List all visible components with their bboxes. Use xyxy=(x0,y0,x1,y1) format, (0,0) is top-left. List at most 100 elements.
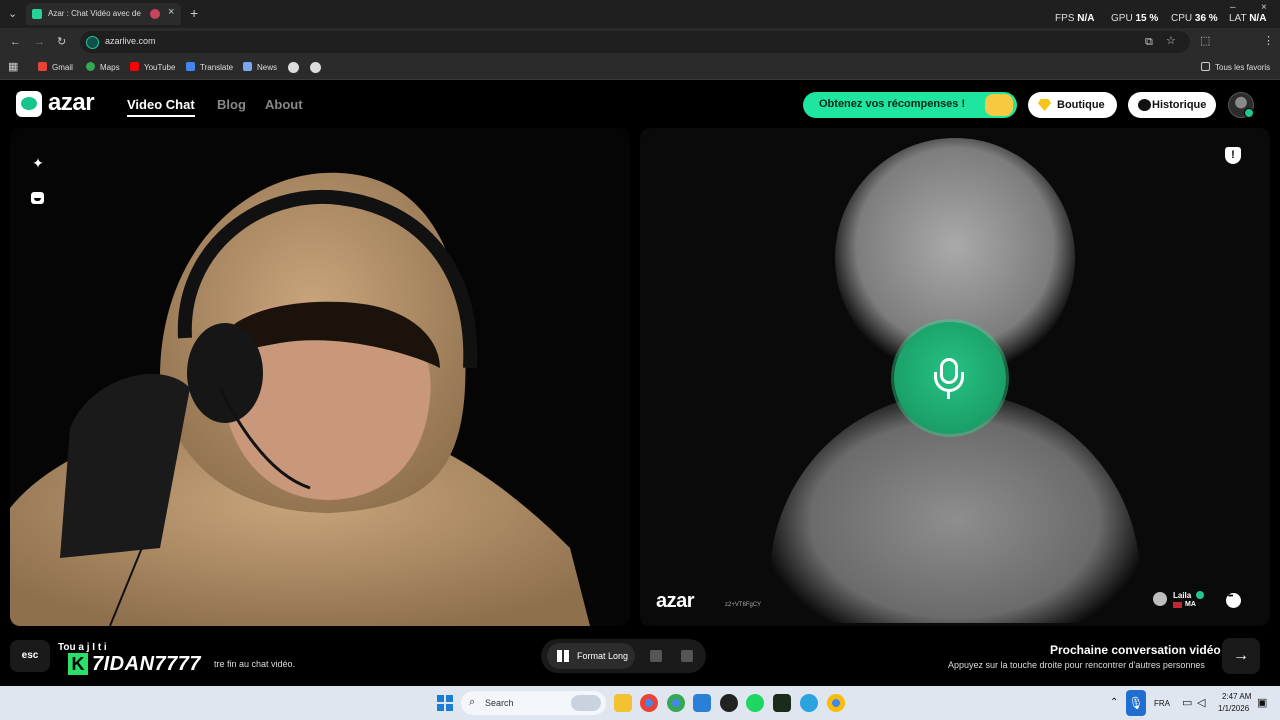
chrome-icon[interactable] xyxy=(640,694,658,712)
clock-date[interactable]: 1/1/2026 xyxy=(1218,704,1249,713)
tray-chevron-icon[interactable]: ⌃ xyxy=(1110,697,1118,708)
sparkle-effects-icon[interactable]: ✦ xyxy=(30,155,46,171)
folder-icon xyxy=(1201,62,1210,71)
back-icon[interactable]: ← xyxy=(10,36,21,48)
chrome-profile-icon[interactable] xyxy=(667,694,685,712)
file-explorer-icon[interactable] xyxy=(614,694,632,712)
clock-time[interactable]: 2:47 AM xyxy=(1222,692,1251,701)
reload-icon[interactable]: ↻ xyxy=(57,36,66,48)
spotify-icon[interactable] xyxy=(746,694,764,712)
youtube-icon xyxy=(130,62,139,71)
esc-hint-subtitle: tre fin au chat vidéo. xyxy=(214,659,296,669)
language-indicator[interactable]: FRA xyxy=(1154,699,1170,708)
chrome-active-icon[interactable] xyxy=(827,694,845,712)
azar-favicon xyxy=(32,9,42,19)
network-icon[interactable]: ▭ xyxy=(1182,696,1192,709)
nav-video-chat[interactable]: Video Chat xyxy=(127,97,195,117)
bookmark-youtube[interactable]: YouTube xyxy=(130,62,175,72)
azar-page: azar Video Chat Blog About Obtenez vos r… xyxy=(0,80,1280,686)
globe-icon-2[interactable] xyxy=(310,62,321,73)
azar-logo-text[interactable]: azar xyxy=(48,89,95,117)
gpu-readout: GPU 15 % xyxy=(1111,13,1159,24)
report-shield-icon[interactable]: ! xyxy=(1225,147,1241,164)
menu-dots-icon[interactable]: ⋮ xyxy=(1263,35,1274,47)
obs-icon[interactable] xyxy=(720,694,738,712)
new-tab-icon[interactable]: + xyxy=(190,6,198,20)
kick-logo-icon: K xyxy=(68,653,88,675)
news-icon xyxy=(243,62,252,71)
cast-icon[interactable]: ⧉ xyxy=(1145,36,1153,48)
apps-grid-icon[interactable]: ▦ xyxy=(8,61,18,73)
format-long-icon xyxy=(557,650,569,662)
browser-tab[interactable]: Azar : Chat Vidéo avec de n × xyxy=(26,3,181,25)
next-arrow-button[interactable]: → xyxy=(1222,638,1260,674)
nav-about[interactable]: About xyxy=(265,97,303,112)
fps-readout: FPS N/A xyxy=(1055,13,1095,24)
streamer-tag: 7IDAN7777 xyxy=(92,653,202,675)
remote-video-panel: ! azar z2+VT6FgCY Laila MA xyxy=(640,128,1270,626)
lat-readout: LAT N/A xyxy=(1229,13,1267,24)
recording-icon xyxy=(150,9,160,19)
globe-icon[interactable] xyxy=(288,62,299,73)
minimize-icon[interactable]: – xyxy=(1230,2,1236,14)
verified-icon xyxy=(1196,591,1204,599)
maps-icon xyxy=(86,62,95,71)
bookmarks-bar: ▦ Gmail Maps YouTube Translate News Tous… xyxy=(0,56,1280,80)
next-conversation-subtitle: Appuyez sur la touche droite pour rencon… xyxy=(948,660,1205,670)
forward-icon[interactable]: → xyxy=(34,36,45,48)
format-long-button[interactable]: Format Long xyxy=(547,643,635,669)
browser-tab-bar: ⌄ Azar : Chat Vidéo avec de n × + FPS N/… xyxy=(0,0,1280,28)
local-video-panel: ✦ xyxy=(10,128,630,626)
bookmark-gmail[interactable]: Gmail xyxy=(38,62,73,72)
azar-logo-icon[interactable] xyxy=(16,91,42,117)
format-switcher: Format Long xyxy=(541,639,706,673)
morocco-flag-icon xyxy=(1173,602,1182,608)
azar-watermark: azar xyxy=(656,590,695,612)
history-label: Historique xyxy=(1152,99,1207,111)
windows-start-icon[interactable] xyxy=(437,695,453,711)
rewards-label: Obtenez vos récompenses ! xyxy=(819,98,966,110)
extensions-icon[interactable]: ⬚ xyxy=(1200,35,1210,47)
partner-name[interactable]: Laila xyxy=(1173,591,1191,600)
telegram-icon[interactable] xyxy=(800,694,818,712)
local-camera-feed xyxy=(10,172,590,626)
microphone-icon[interactable]: 🎙 xyxy=(1126,690,1146,716)
volume-icon[interactable]: ◁ xyxy=(1197,696,1205,709)
translate-icon xyxy=(186,62,195,71)
partner-country: MA xyxy=(1185,601,1196,608)
taskbar-search[interactable]: ⌕ Search xyxy=(461,691,606,715)
gmail-icon xyxy=(38,62,47,71)
windows-taskbar: ⌕ Search ⌃ 🎙 FRA ▭ ◁ 2:47 AM 1/1/2026 ▣ xyxy=(0,686,1280,720)
format-long-label: Format Long xyxy=(577,651,629,661)
url-field[interactable]: azarlive.com xyxy=(80,31,1190,53)
bookmark-translate[interactable]: Translate xyxy=(186,62,233,72)
nav-blog[interactable]: Blog xyxy=(217,97,246,112)
face-filter-icon[interactable] xyxy=(31,192,44,204)
close-tab-icon[interactable]: × xyxy=(168,6,174,18)
history-button[interactable]: Historique xyxy=(1128,92,1216,118)
site-info-icon[interactable] xyxy=(86,36,99,49)
diamond-icon xyxy=(1038,99,1051,111)
partner-avatar-icon[interactable] xyxy=(1153,592,1167,606)
cpu-readout: CPU 36 % xyxy=(1171,13,1218,24)
rewards-button[interactable]: Obtenez vos récompenses ! xyxy=(803,92,1017,118)
shop-button[interactable]: Boutique xyxy=(1028,92,1117,118)
all-bookmarks[interactable]: Tous les favoris xyxy=(1201,62,1270,72)
streaming-app-icon[interactable] xyxy=(773,694,791,712)
format-grid-icon[interactable] xyxy=(681,650,693,662)
bookmark-news[interactable]: News xyxy=(243,62,277,72)
esc-hint-title: Tou a j I t i xyxy=(58,642,107,653)
bookmark-maps[interactable]: Maps xyxy=(86,62,120,72)
photos-icon[interactable] xyxy=(693,694,711,712)
tab-title: Azar : Chat Vidéo avec de n xyxy=(48,9,143,18)
online-badge xyxy=(1244,108,1254,118)
bookmark-star-icon[interactable]: ☆ xyxy=(1166,35,1176,47)
esc-button[interactable]: esc xyxy=(10,640,50,672)
tab-list-icon[interactable]: ⌄ xyxy=(8,8,17,20)
format-stacked-icon[interactable] xyxy=(650,650,662,662)
notifications-icon[interactable]: ▣ xyxy=(1257,696,1267,709)
close-window-icon[interactable]: × xyxy=(1261,2,1267,14)
chat-icon[interactable] xyxy=(1226,593,1241,608)
search-label: Search xyxy=(485,698,514,708)
search-icon: ⌕ xyxy=(469,696,476,708)
